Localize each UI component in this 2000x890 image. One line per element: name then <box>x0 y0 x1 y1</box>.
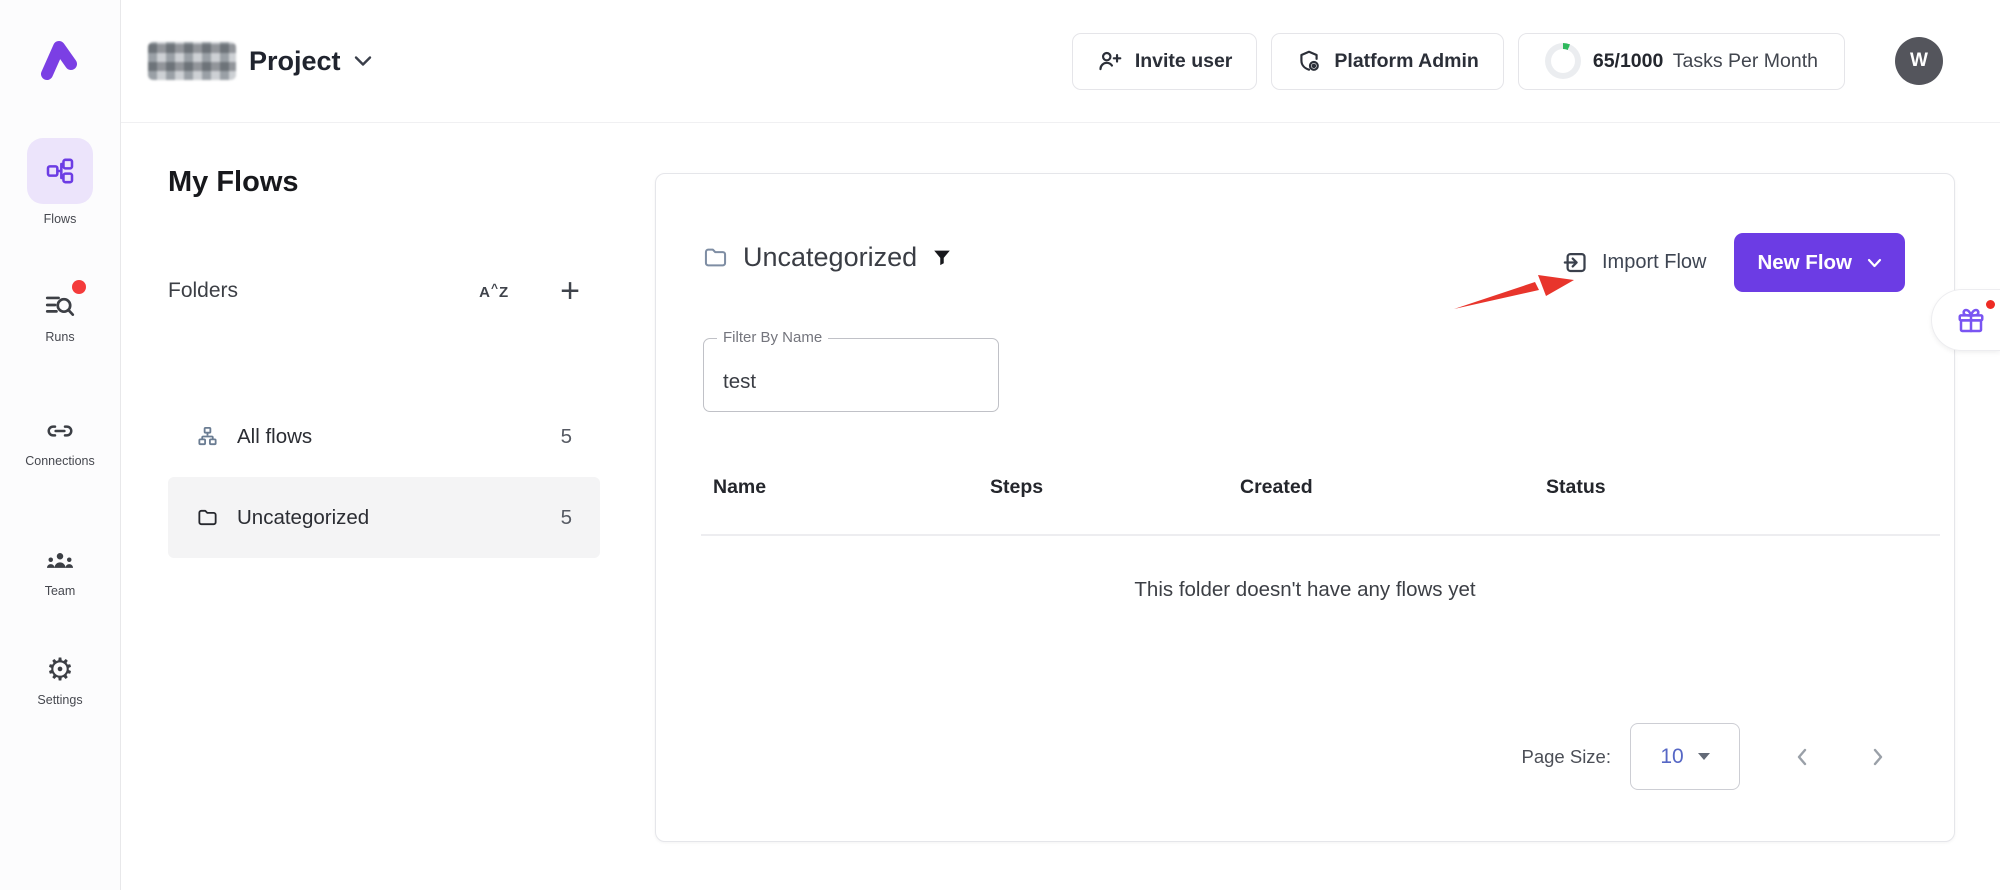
platform-admin-icon <box>1296 48 1322 74</box>
filter-by-name-label: Filter By Name <box>717 329 828 346</box>
project-label: Project <box>249 46 341 77</box>
avatar-initial: W <box>1910 50 1928 72</box>
filter-by-name-input[interactable] <box>704 339 998 411</box>
folder-count: 5 <box>561 425 572 449</box>
new-flow-label: New Flow <box>1757 251 1852 275</box>
top-bar: Project Invite user <box>121 0 2000 123</box>
column-header-name: Name <box>713 476 766 499</box>
filter-funnel-icon[interactable] <box>931 246 953 270</box>
page-size-value: 10 <box>1660 745 1683 769</box>
az-sort-z: Z <box>499 285 508 300</box>
user-avatar[interactable]: W <box>1895 37 1943 85</box>
tasks-usage-chip[interactable]: 65/1000 Tasks Per Month <box>1518 33 1845 90</box>
folder-list: All flows 5 Uncategorized 5 <box>168 396 600 558</box>
invite-user-icon <box>1097 48 1123 74</box>
page-size-select[interactable]: 10 <box>1630 723 1740 790</box>
sidebar-item-label: Connections <box>25 454 95 468</box>
sidebar-item-label: Team <box>45 584 76 598</box>
project-name-redacted <box>148 42 236 80</box>
tasks-progress-ring <box>1545 43 1581 79</box>
activepieces-logo-icon <box>38 38 82 84</box>
folder-icon <box>196 506 219 529</box>
link-icon <box>42 416 78 446</box>
chevron-down-icon <box>1867 258 1882 268</box>
sidebar-item-label: Flows <box>44 212 77 226</box>
sidebar-item-connections[interactable]: Connections <box>0 416 120 468</box>
folder-name: All flows <box>237 425 312 449</box>
rewards-tab[interactable] <box>1931 289 2000 351</box>
sidebar-item-label: Runs <box>45 330 74 344</box>
folder-item-uncategorized[interactable]: Uncategorized 5 <box>168 477 600 558</box>
sidebar: Flows Runs Connections <box>0 0 121 890</box>
folder-count: 5 <box>561 506 572 530</box>
tasks-usage-unit: Tasks Per Month <box>1673 50 1818 72</box>
sidebar-item-flows[interactable]: Flows <box>0 138 120 226</box>
folder-item-all-flows[interactable]: All flows 5 <box>168 396 600 477</box>
folders-heading: Folders <box>168 279 238 303</box>
table-header-divider <box>701 534 1940 536</box>
column-header-created: Created <box>1240 476 1313 499</box>
az-sort-caret: ^ <box>491 282 498 294</box>
az-sort-a: A <box>479 285 490 300</box>
pagination: Page Size: 10 <box>1522 723 1886 790</box>
import-icon <box>1562 249 1589 276</box>
project-selector[interactable]: Project <box>148 42 372 80</box>
page-size-label: Page Size: <box>1522 746 1611 768</box>
column-header-status: Status <box>1546 476 1606 499</box>
rewards-notification-dot <box>1986 300 1995 309</box>
tasks-usage-value: 65/1000 <box>1593 50 1664 72</box>
platform-admin-button[interactable]: Platform Admin <box>1271 33 1503 90</box>
az-sort-icon[interactable]: A^Z <box>479 282 508 300</box>
flows-active-tile <box>27 138 93 204</box>
add-folder-button[interactable]: + <box>560 274 580 308</box>
column-header-steps: Steps <box>990 476 1043 499</box>
page-title: My Flows <box>168 166 299 199</box>
sidebar-item-runs[interactable]: Runs <box>0 288 120 344</box>
folder-icon <box>702 244 729 271</box>
runs-notification-dot <box>72 280 86 294</box>
flows-table-card: Uncategorized Import Flow New Flow Filte <box>655 173 1955 842</box>
gift-icon <box>1956 306 1986 336</box>
select-caret-icon <box>1698 753 1710 760</box>
invite-user-button[interactable]: Invite user <box>1072 33 1258 90</box>
new-flow-button[interactable]: New Flow <box>1734 233 1905 292</box>
import-flow-button[interactable]: Import Flow <box>1562 249 1706 276</box>
panel-header: Uncategorized <box>702 242 953 273</box>
hierarchy-icon <box>196 425 219 448</box>
workflow-icon <box>44 155 76 187</box>
panel-title: Uncategorized <box>743 242 917 273</box>
gear-icon: ⚙ <box>46 654 74 685</box>
panel-actions: Import Flow New Flow <box>1562 233 1905 292</box>
sidebar-item-team[interactable]: Team <box>0 546 120 598</box>
invite-user-label: Invite user <box>1135 50 1233 73</box>
empty-state-message: This folder doesn't have any flows yet <box>656 578 1954 602</box>
platform-admin-label: Platform Admin <box>1334 50 1478 73</box>
sidebar-item-label: Settings <box>37 693 82 707</box>
filter-by-name-field: Filter By Name <box>703 338 999 412</box>
chevron-down-icon <box>354 55 372 67</box>
sidebar-item-settings[interactable]: ⚙ Settings <box>0 654 120 707</box>
next-page-button[interactable] <box>1871 746 1886 768</box>
previous-page-button[interactable] <box>1794 746 1809 768</box>
runs-search-icon <box>43 288 77 322</box>
team-icon <box>42 546 78 576</box>
folders-header: Folders A^Z + <box>168 274 580 308</box>
top-bar-actions: Invite user Platform Admin 65/1000 Tasks… <box>1072 33 1943 90</box>
folder-name: Uncategorized <box>237 506 369 530</box>
import-flow-label: Import Flow <box>1602 251 1706 274</box>
